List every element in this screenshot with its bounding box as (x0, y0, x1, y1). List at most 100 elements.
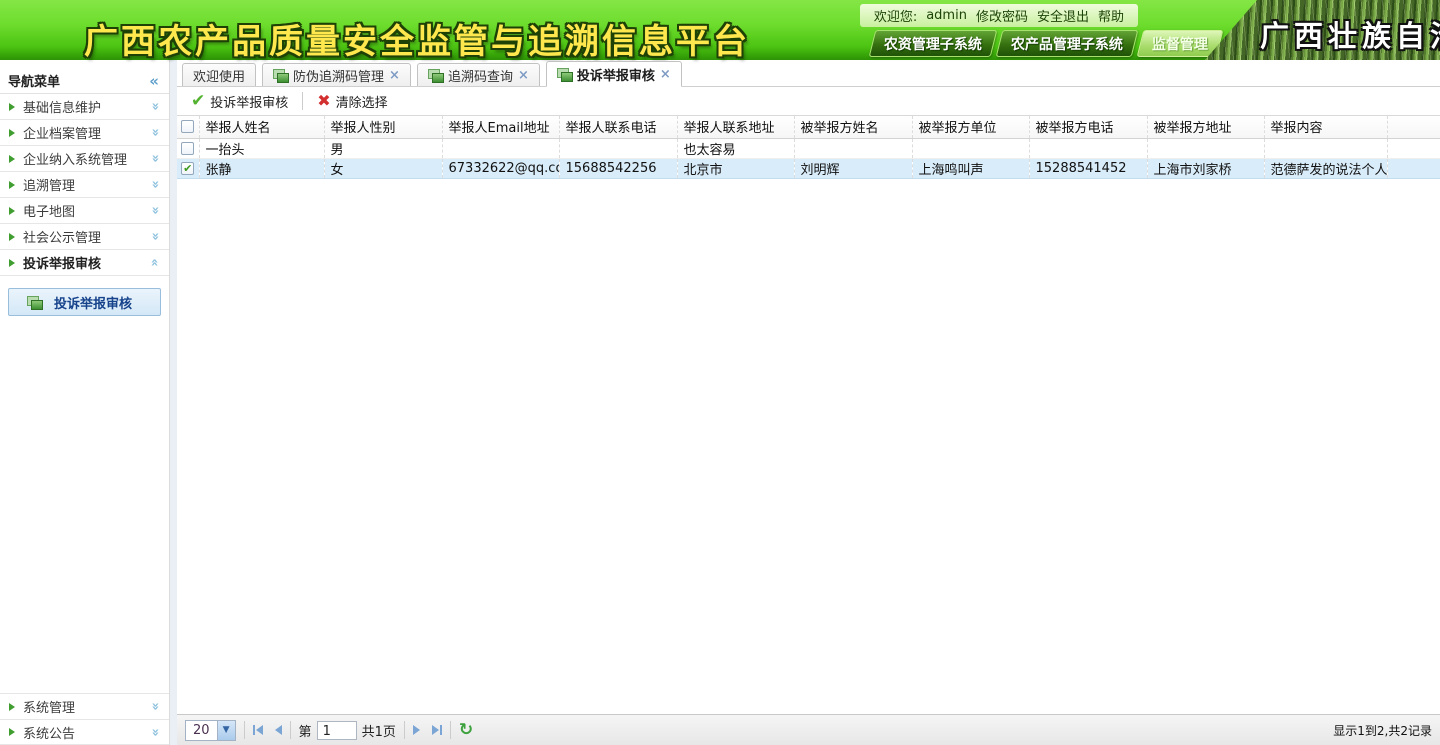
system-tab-agri-products[interactable]: 农产品管理子系统 (996, 30, 1139, 57)
help-link[interactable]: 帮助 (1098, 6, 1124, 25)
column-header[interactable]: 被举报方电话 (1029, 116, 1147, 138)
play-triangle-icon (9, 155, 15, 163)
logout-link[interactable]: 安全退出 (1037, 6, 1089, 25)
column-header[interactable]: 被举报方姓名 (794, 116, 912, 138)
wheat-field-photo: 广西壮族自治区 (1205, 0, 1440, 60)
system-tab-label: 农资管理子系统 (884, 34, 982, 54)
sidebar-item-enterprise-archive[interactable]: 企业档案管理 (0, 120, 169, 146)
tab-trace-code-query[interactable]: 追溯码查询 (417, 63, 540, 86)
folder-icon (557, 68, 573, 81)
row-checkbox[interactable] (181, 142, 194, 155)
close-icon[interactable] (389, 68, 400, 83)
change-password-link[interactable]: 修改密码 (976, 6, 1028, 25)
complaints-table: 举报人姓名 举报人性别 举报人Email地址 举报人联系电话 举报人联系地址 被… (177, 116, 1440, 179)
last-page-button[interactable] (432, 725, 442, 735)
main-panel: 欢迎使用 防伪追溯码管理 追溯码查询 投诉举报审核 (177, 60, 1440, 745)
play-triangle-icon (9, 129, 15, 137)
navigation-sidebar: 导航菜单 基础信息维护 企业档案管理 企业纳入系统管理 追溯管理 (0, 60, 170, 745)
page-number-input[interactable]: 1 (317, 721, 357, 740)
system-tab-label: 监督管理 (1152, 34, 1208, 54)
column-header[interactable]: 被举报方单位 (912, 116, 1029, 138)
page-size-select[interactable]: 20 (185, 720, 236, 741)
select-all-checkbox[interactable] (181, 120, 194, 133)
audit-button[interactable]: 投诉举报审核 (185, 89, 294, 113)
first-page-button[interactable] (253, 725, 263, 735)
sidebar-item-public-notice[interactable]: 社会公示管理 (0, 224, 169, 250)
sidebar-submenu-panel: 投诉举报审核 (0, 276, 169, 693)
sidebar-header: 导航菜单 (0, 68, 169, 94)
system-tab-agri-materials[interactable]: 农资管理子系统 (869, 30, 998, 57)
prev-page-button[interactable] (275, 725, 282, 735)
column-header[interactable]: 举报人Email地址 (442, 116, 559, 138)
username: admin (926, 8, 967, 23)
column-header[interactable]: 举报人姓名 (199, 116, 324, 138)
table-row[interactable]: 一抬头 男 也太容易 (177, 138, 1440, 158)
play-triangle-icon (9, 103, 15, 111)
grid-empty-space (177, 179, 1440, 715)
sidebar-item-electronic-map[interactable]: 电子地图 (0, 198, 169, 224)
tab-anticounterfeit-trace-code[interactable]: 防伪追溯码管理 (262, 63, 411, 86)
toolbar-divider (302, 92, 303, 110)
table-row[interactable]: 张静 女 67332622@qq.com 15688542256 北京市 刘明辉… (177, 158, 1440, 178)
top-banner: 广西农产品质量安全监管与追溯信息平台 欢迎您: admin 修改密码 安全退出 … (0, 0, 1440, 60)
sidebar-item-complaint-audit[interactable]: 投诉举报审核 (0, 250, 169, 276)
welcome-prefix: 欢迎您: (874, 6, 917, 25)
platform-title: 广西农产品质量安全监管与追溯信息平台 (84, 14, 750, 63)
column-header[interactable]: 举报内容 (1264, 116, 1387, 138)
sidebar-item-enterprise-system[interactable]: 企业纳入系统管理 (0, 146, 169, 172)
column-header-filler (1387, 116, 1440, 138)
grid-toolbar: 投诉举报审核 清除选择 (177, 87, 1440, 116)
chevron-down-icon (151, 700, 159, 713)
clear-selection-button[interactable]: 清除选择 (311, 89, 393, 113)
play-triangle-icon (9, 259, 15, 267)
chevron-down-icon (151, 100, 159, 113)
dropdown-arrow-icon[interactable] (217, 721, 235, 740)
sidebar-splitter[interactable] (170, 60, 177, 745)
refresh-icon[interactable] (459, 722, 473, 739)
record-count-status: 显示1到2,共2记录 (1333, 722, 1432, 739)
check-icon (191, 93, 205, 110)
welcome-bar: 欢迎您: admin 修改密码 安全退出 帮助 (860, 4, 1138, 27)
page-prefix-label: 第 (299, 721, 312, 740)
workspace: 导航菜单 基础信息维护 企业档案管理 企业纳入系统管理 追溯管理 (0, 60, 1440, 745)
sidebar-item-trace-management[interactable]: 追溯管理 (0, 172, 169, 198)
column-header[interactable]: 举报人联系电话 (559, 116, 677, 138)
red-x-icon (317, 93, 330, 109)
column-header[interactable]: 被举报方地址 (1147, 116, 1264, 138)
chevron-down-icon (151, 152, 159, 165)
folder-icon (273, 69, 289, 82)
application-window: 广西农产品质量安全监管与追溯信息平台 欢迎您: admin 修改密码 安全退出 … (0, 0, 1440, 745)
next-page-button[interactable] (413, 725, 420, 735)
tab-welcome[interactable]: 欢迎使用 (182, 63, 256, 86)
column-header[interactable]: 举报人性别 (324, 116, 442, 138)
sidebar-collapse-icon[interactable] (149, 72, 159, 90)
system-tabs: 农资管理子系统 农产品管理子系统 监督管理 (872, 30, 1220, 57)
page-total-label: 共1页 (362, 721, 396, 740)
chevron-down-icon (151, 204, 159, 217)
system-tab-supervision[interactable]: 监督管理 (1137, 30, 1224, 57)
folder-icon (428, 69, 444, 82)
play-triangle-icon (9, 703, 15, 711)
sidebar-item-basic-info[interactable]: 基础信息维护 (0, 94, 169, 120)
play-triangle-icon (9, 181, 15, 189)
play-triangle-icon (9, 207, 15, 215)
row-checkbox[interactable] (181, 162, 194, 175)
play-triangle-icon (9, 728, 15, 736)
chevron-down-icon (151, 230, 159, 243)
table-header-row: 举报人姓名 举报人性别 举报人Email地址 举报人联系电话 举报人联系地址 被… (177, 116, 1440, 138)
sidebar-item-system-announcement[interactable]: 系统公告 (0, 719, 169, 745)
region-label: 广西壮族自治区 (1260, 13, 1440, 55)
close-icon[interactable] (660, 67, 671, 82)
column-header[interactable]: 举报人联系地址 (677, 116, 794, 138)
sidebar-subitem-complaint-audit[interactable]: 投诉举报审核 (8, 288, 161, 316)
select-all-header (177, 116, 199, 138)
play-triangle-icon (9, 233, 15, 241)
sidebar-item-system-management[interactable]: 系统管理 (0, 693, 169, 719)
chevron-down-icon (151, 126, 159, 139)
tab-complaint-audit[interactable]: 投诉举报审核 (546, 61, 682, 87)
pagination-bar: 20 第 1 共1页 (177, 714, 1440, 745)
close-icon[interactable] (518, 68, 529, 83)
chevron-down-icon (151, 726, 159, 739)
chevron-up-icon (151, 256, 159, 269)
system-tab-label: 农产品管理子系统 (1011, 34, 1123, 54)
